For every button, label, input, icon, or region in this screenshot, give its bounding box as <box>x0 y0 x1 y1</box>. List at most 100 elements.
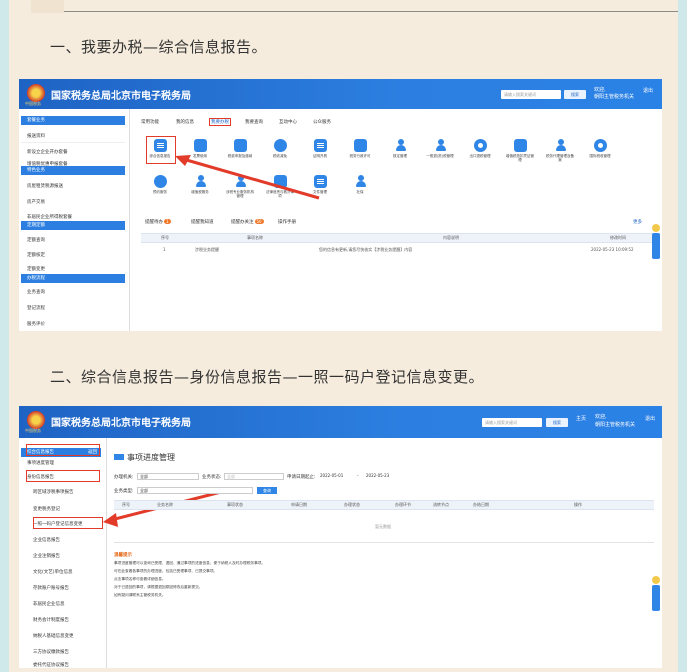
person-icon <box>394 139 407 152</box>
icon-social-security[interactable]: 社保 <box>345 175 375 194</box>
sidebar-item[interactable]: 非居民企业所得税套餐 <box>27 214 72 220</box>
tab-query[interactable]: 我要查询 <box>245 119 263 125</box>
tab-todo[interactable]: 提醒待办 1 <box>145 219 171 225</box>
sidebar-group-flow[interactable]: 办税流程 <box>21 274 125 283</box>
tax-emblem-icon <box>27 84 45 102</box>
sidebar-item[interactable]: 定额变更 <box>27 266 45 272</box>
tab-attention[interactable]: 提醒办关注 50 <box>231 219 264 225</box>
online-service-tab[interactable] <box>652 233 660 259</box>
sidebar-item[interactable]: 跨区域涉税事项报告 <box>33 489 74 495</box>
appointment-icon <box>153 175 167 188</box>
icon-vat[interactable]: 增值税抵扣凭证管理 <box>505 139 535 162</box>
sidebar-item[interactable]: 纳税人基础信息变更 <box>33 633 74 639</box>
person-icon <box>354 175 367 188</box>
sidebar-item[interactable]: 文化(文艺)单位信息 <box>33 569 73 575</box>
certificate-icon <box>313 139 327 152</box>
sidebar-item[interactable]: 登记流程 <box>27 305 45 311</box>
sidebar-item[interactable]: 房屋租赁税源报送 <box>27 183 63 189</box>
user-greeting: 欢迎, <box>595 414 607 420</box>
icon-export-refund[interactable]: 出口退税管理 <box>465 139 495 158</box>
icon-license[interactable]: 税务行政许可 <box>345 139 375 158</box>
search-input[interactable]: 请输入搜索关键词 <box>482 418 542 427</box>
tax-office-select[interactable]: 全部 <box>137 473 199 480</box>
column-header: 申请日期 <box>291 502 307 507</box>
sidebar-item[interactable]: 服务评价 <box>27 321 45 327</box>
sidebar-item[interactable]: 变更税务登记 <box>33 506 60 512</box>
assistant-avatar-icon[interactable] <box>652 576 660 584</box>
sidebar-item[interactable]: 房产交易 <box>27 199 45 205</box>
assistant-avatar-icon[interactable] <box>652 224 660 232</box>
sidebar-item[interactable]: 存款账户账号报告 <box>33 585 69 591</box>
tip-line: 如有疑问请联系主管税务机关。 <box>114 593 166 597</box>
screenshot-1: 中国税务 国家税务总局北京市电子税务局 请输入搜索关键词 搜索 欢迎, 朝阳主管… <box>19 79 662 331</box>
sidebar-group-special[interactable]: 特色业务 <box>21 166 125 175</box>
logout-link[interactable]: 退出 <box>645 416 655 423</box>
sidebar-item[interactable]: 企业信息报告 <box>33 537 60 543</box>
tab-my-info[interactable]: 我的信息 <box>176 119 194 125</box>
empty-placeholder: 暂无数据 <box>375 524 391 529</box>
icon-agent[interactable]: 税务代理管理及备案 <box>545 139 575 162</box>
sidebar-item[interactable]: 业务查询 <box>27 289 45 295</box>
date-to-input[interactable]: 2022-05-23 <box>364 473 402 480</box>
table-cell: 您的信息有更新,请您尽快核实【涉税业务提醒】内容 <box>319 247 413 252</box>
user-org: 朝阳主管税务机关 <box>595 422 636 428</box>
table-cell: 1 <box>163 247 166 252</box>
sidebar-item[interactable]: 事项进度管理 <box>27 460 54 466</box>
globe-icon <box>593 139 607 152</box>
icon-international[interactable]: 国际税收管理 <box>585 139 615 158</box>
sidebar-item[interactable]: 三方协议缴款报告 <box>33 649 69 655</box>
sidebar-item[interactable]: 报送资料 <box>27 133 45 139</box>
tab-manual[interactable]: 操作手册 <box>278 219 296 225</box>
tab-remind[interactable]: 提醒我知道 <box>191 219 214 225</box>
type-select[interactable]: 全部 <box>137 487 253 494</box>
icon-label: 核定管理 <box>393 154 407 158</box>
sidebar-group-package[interactable]: 套餐业务 <box>21 116 125 125</box>
logout-link[interactable]: 退出 <box>643 88 653 95</box>
emblem-caption: 中国税务 <box>25 428 41 433</box>
user-org: 朝阳主管税务机关 <box>594 94 635 100</box>
home-link[interactable]: 主页 <box>576 416 586 423</box>
icon-label: 社保 <box>356 190 364 194</box>
sidebar-item[interactable]: 财务会计制度报告 <box>33 617 69 623</box>
sidebar-item[interactable]: 委托代征协议报告 <box>33 662 69 668</box>
icon-label: 税务行政许可 <box>349 154 371 158</box>
divider <box>21 142 125 143</box>
icon-label: 一般退(抵)税管理 <box>426 154 454 158</box>
tab-tax-handling[interactable]: 我要办税 <box>209 118 231 126</box>
query-button[interactable]: 查询 <box>257 487 277 494</box>
table-cell[interactable]: 涉税业务提醒 <box>195 247 219 253</box>
sidebar-item[interactable]: 定额核定 <box>27 252 45 258</box>
person-icon <box>554 139 567 152</box>
date-from-input[interactable]: 2022-05-01 <box>318 473 356 480</box>
sidebar-item[interactable]: 新设立企业开办套餐 <box>27 149 68 155</box>
search-button[interactable]: 搜索 <box>564 90 586 99</box>
sidebar-item[interactable]: 非居民企业信息 <box>33 601 65 607</box>
sidebar-item[interactable]: 企业注销报告 <box>33 553 60 559</box>
sidebar-group-fixed[interactable]: 定期定额 <box>21 221 125 230</box>
column-header: 办理环节 <box>395 502 411 507</box>
sidebar: 套餐业务 报送资料 新设立企业开办套餐 增值税优惠申报套餐 特色业务 房屋租赁税… <box>19 109 130 331</box>
tab-public[interactable]: 公众服务 <box>313 119 331 125</box>
icon-refund[interactable]: 一般退(抵)税管理 <box>425 139 455 158</box>
tab-label: 操作手册 <box>278 220 296 225</box>
tab-common[interactable]: 常用功能 <box>141 119 159 125</box>
online-service-tab[interactable] <box>652 585 660 611</box>
emblem-caption: 中国税务 <box>25 101 41 106</box>
column-header: 流转节点 <box>433 502 449 507</box>
tips-title: 温馨提示 <box>114 553 132 558</box>
tax-relief-icon <box>273 139 287 152</box>
highlight-box <box>26 444 100 456</box>
status-select[interactable]: 全部 <box>224 473 284 480</box>
panel-title: 事项进度管理 <box>127 453 175 462</box>
tab-label: 提醒待办 <box>145 220 163 225</box>
sidebar-item[interactable]: 定额查询 <box>27 237 45 243</box>
tax-emblem-icon <box>27 411 45 429</box>
search-input[interactable]: 请输入搜索关键词 <box>501 90 561 99</box>
more-link[interactable]: 更多 <box>633 219 642 225</box>
search-button[interactable]: 搜索 <box>546 418 568 427</box>
icon-verify[interactable]: 核定管理 <box>385 139 415 158</box>
section2-heading: 二、综合信息报告—身份信息报告—一照一码户登记信息变更。 <box>50 368 485 386</box>
tab-interaction[interactable]: 互动中心 <box>279 119 297 125</box>
left-border-strip <box>0 0 9 672</box>
column-header: 序号 <box>122 502 130 507</box>
